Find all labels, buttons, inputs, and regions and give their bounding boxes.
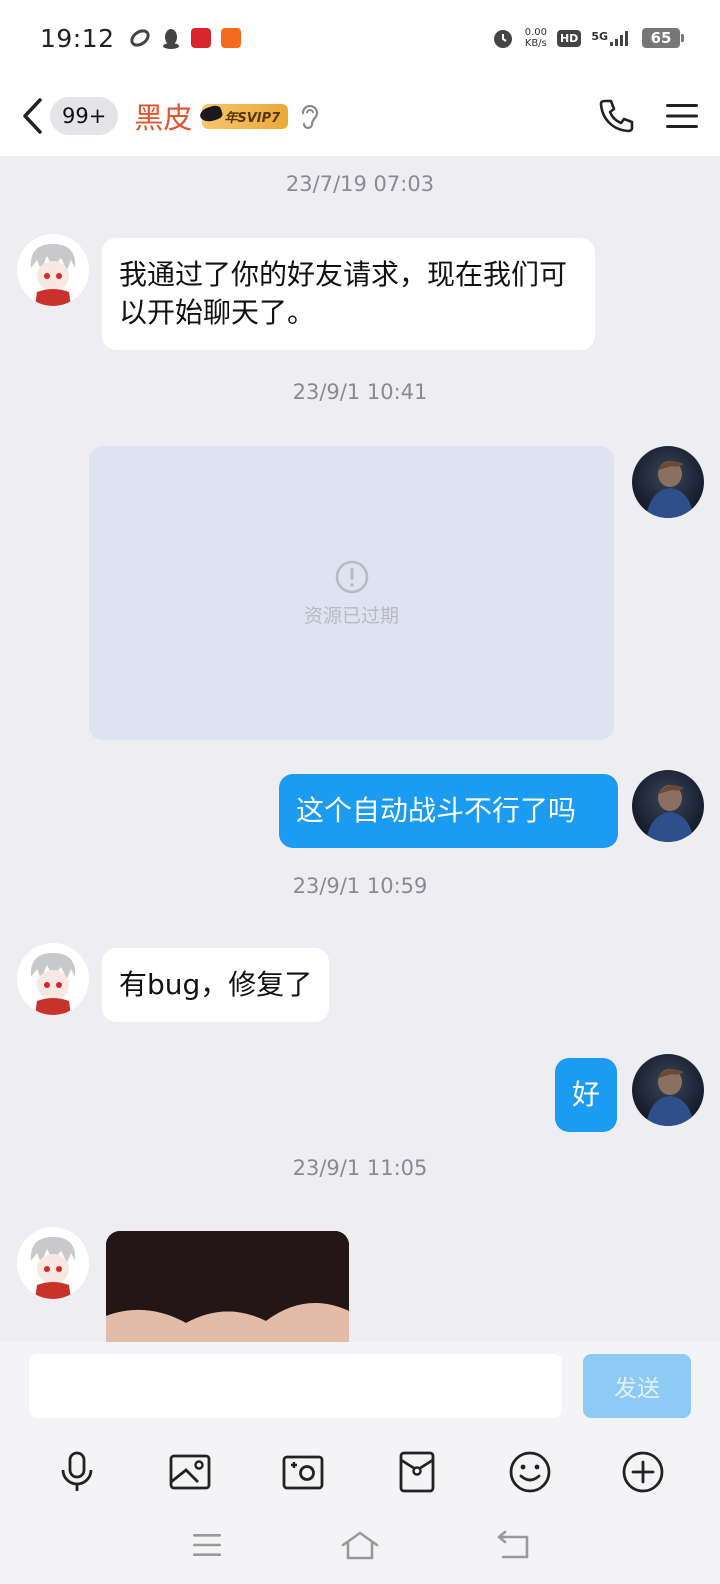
home-icon bbox=[341, 1531, 379, 1560]
message-timestamp: 23/7/19 07:03 bbox=[285, 172, 435, 196]
phone-icon bbox=[599, 99, 634, 133]
orange-app-icon bbox=[220, 28, 241, 48]
self-avatar[interactable] bbox=[632, 1054, 704, 1126]
message-timestamp: 23/9/1 11:05 bbox=[292, 1156, 428, 1180]
unread-count-badge[interactable]: 99+ bbox=[50, 97, 119, 135]
message-bubble[interactable]: 这个自动战斗不行了吗 bbox=[279, 774, 618, 848]
chat-header: 99+ 黑皮 年SVIP7 bbox=[0, 76, 720, 156]
self-avatar[interactable] bbox=[632, 446, 704, 518]
image-button[interactable] bbox=[160, 1442, 220, 1502]
chevron-left-icon bbox=[23, 98, 42, 134]
friend-avatar[interactable] bbox=[17, 943, 89, 1015]
notification-icons bbox=[129, 27, 241, 49]
qq-penguin-icon bbox=[162, 29, 179, 49]
alarm-icon bbox=[493, 30, 512, 48]
battery-indicator: 65 bbox=[642, 28, 684, 48]
system-navigation-bar bbox=[0, 1506, 720, 1584]
emoji-button[interactable] bbox=[500, 1442, 560, 1502]
send-button[interactable]: 发送 bbox=[583, 1354, 691, 1418]
expired-media-label: 资源已过期 bbox=[303, 604, 399, 627]
friend-avatar[interactable] bbox=[17, 1227, 89, 1299]
composer: 发送 bbox=[0, 1342, 720, 1584]
status-bar: 19:12 0.00 KB/s HD 5G 65 bbox=[0, 0, 720, 76]
image-message[interactable] bbox=[106, 1231, 349, 1342]
net-speed: 0.00 KB/s bbox=[525, 27, 547, 49]
status-time: 19:12 bbox=[40, 23, 115, 53]
friend-avatar[interactable] bbox=[17, 234, 89, 306]
net-speed-value: 0.00 bbox=[524, 27, 547, 38]
message-bubble[interactable]: 有bug，修复了 bbox=[102, 948, 330, 1022]
link-app-icon bbox=[129, 29, 150, 47]
warning-icon bbox=[335, 560, 368, 593]
phone-call-button[interactable] bbox=[594, 94, 638, 138]
composer-toolbar bbox=[0, 1442, 720, 1502]
system-status-icons: 0.00 KB/s HD 5G 65 bbox=[491, 26, 684, 50]
message-timestamp: 23/9/1 10:59 bbox=[292, 874, 428, 898]
self-avatar[interactable] bbox=[632, 770, 704, 842]
recent-apps-button[interactable] bbox=[182, 1520, 232, 1570]
signal-indicator: 5G bbox=[591, 30, 632, 46]
net-speed-unit: KB/s bbox=[524, 38, 547, 49]
message-bubble[interactable]: 好 bbox=[555, 1058, 618, 1132]
message-timestamp: 23/9/1 10:41 bbox=[292, 380, 428, 404]
camera-icon bbox=[282, 1455, 324, 1490]
red-app-icon bbox=[190, 28, 211, 48]
message-bubble[interactable]: 我通过了你的好友请求，现在我们可以开始聊天了。 bbox=[102, 238, 595, 350]
hd-badge: HD bbox=[556, 29, 582, 47]
microphone-icon bbox=[61, 1451, 93, 1491]
camera-button[interactable] bbox=[273, 1442, 333, 1502]
vip-badge[interactable]: 年SVIP7 bbox=[202, 103, 289, 129]
message-list[interactable]: 23/7/19 07:03 我通过了你的好友请求，现在我们可以开始聊天了。 23… bbox=[0, 156, 720, 1342]
emoji-icon bbox=[509, 1451, 551, 1493]
system-back-button[interactable] bbox=[488, 1520, 538, 1570]
more-menu-button[interactable] bbox=[660, 94, 704, 138]
back-button[interactable] bbox=[16, 94, 48, 138]
network-type: 5G bbox=[591, 30, 608, 43]
contact-name[interactable]: 黑皮 bbox=[134, 95, 192, 137]
menu-icon bbox=[666, 104, 698, 128]
home-button[interactable] bbox=[335, 1520, 385, 1570]
back-icon bbox=[498, 1530, 529, 1559]
red-packet-icon bbox=[399, 1451, 435, 1493]
vip-badge-label: 年SVIP7 bbox=[202, 103, 289, 129]
more-options-button[interactable] bbox=[613, 1442, 673, 1502]
menu-icon bbox=[192, 1534, 221, 1556]
voice-button[interactable] bbox=[47, 1442, 107, 1502]
signal-bars-icon bbox=[610, 31, 628, 46]
listening-mode-icon[interactable] bbox=[298, 101, 320, 131]
image-icon bbox=[169, 1454, 211, 1490]
plus-icon bbox=[622, 1451, 664, 1493]
message-input[interactable] bbox=[29, 1354, 562, 1418]
header-actions bbox=[594, 94, 704, 138]
red-packet-button[interactable] bbox=[387, 1442, 447, 1502]
expired-media-card[interactable]: 资源已过期 bbox=[89, 446, 614, 740]
chat-screen: 19:12 0.00 KB/s HD 5G 65 99+ 黑皮 年SVIP7 2… bbox=[0, 0, 720, 1584]
